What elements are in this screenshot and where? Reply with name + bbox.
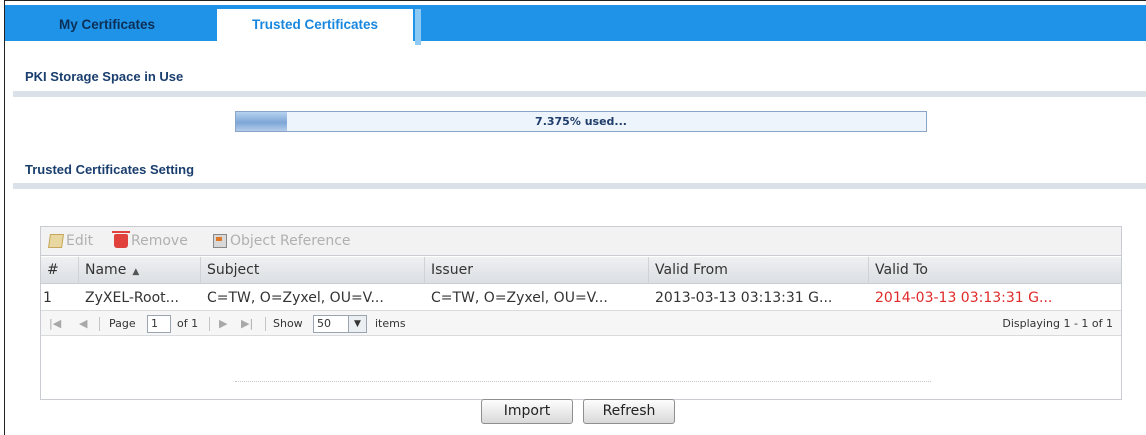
items-label: items: [375, 317, 406, 330]
page-number-input[interactable]: 1: [147, 315, 171, 333]
previous-page-icon[interactable]: ◀: [79, 311, 87, 337]
grid-toolbar: Edit Remove Object Reference: [40, 226, 1122, 256]
tab-trusted-certificates[interactable]: Trusted Certificates: [217, 9, 413, 41]
section-divider: [13, 91, 1146, 97]
object-reference-button[interactable]: Object Reference: [213, 233, 351, 249]
edit-label: Edit: [66, 233, 94, 249]
column-header-subject[interactable]: Subject: [201, 257, 425, 284]
displaying-status: Displaying 1 - 1 of 1: [1002, 317, 1113, 330]
column-header-index[interactable]: #: [41, 257, 79, 284]
sort-ascending-icon: ▲: [132, 267, 140, 277]
pager-separator: [99, 317, 100, 331]
column-header-name[interactable]: Name ▲: [79, 257, 201, 284]
row-subject: C=TW, O=Zyxel, OU=V...: [207, 290, 384, 306]
tab-my-certificates[interactable]: My Certificates: [19, 9, 195, 41]
first-page-icon[interactable]: |◀: [49, 311, 61, 337]
last-page-icon[interactable]: ▶|: [241, 311, 253, 337]
storage-progress-bar: 7.375% used...: [235, 111, 927, 132]
trash-icon: [112, 231, 130, 248]
storage-progress-text: 7.375% used...: [535, 115, 627, 128]
table-row[interactable]: 1 ZyXEL-Root... C=TW, O=Zyxel, OU=V... C…: [41, 286, 1091, 310]
column-header-name-label: Name: [85, 262, 127, 278]
pager-separator: [265, 317, 266, 331]
show-label: Show: [273, 317, 303, 330]
column-header-valid-to[interactable]: Valid To: [869, 257, 1121, 284]
page-size-select[interactable]: 50: [313, 315, 349, 333]
page-label: Page: [109, 317, 136, 330]
column-header-valid-from[interactable]: Valid From: [649, 257, 869, 284]
setting-section-title: Trusted Certificates Setting: [25, 162, 195, 177]
pager-separator: [209, 317, 210, 331]
grid-header: # Name ▲ Subject Issuer Valid From Valid …: [41, 257, 1121, 284]
row-index: 1: [43, 290, 52, 306]
window-frame: My Certificates Trusted Certificates PKI…: [4, 0, 1146, 435]
tab-bar: My Certificates Trusted Certificates: [5, 5, 1146, 45]
row-name: ZyXEL-Root...: [85, 290, 179, 306]
tab-edge: [415, 9, 421, 45]
remove-button[interactable]: Remove: [112, 231, 188, 249]
remove-label: Remove: [131, 233, 188, 249]
page-of-label: of 1: [177, 317, 199, 330]
section-divider: [13, 183, 1146, 189]
object-reference-label: Object Reference: [230, 233, 351, 249]
edit-button[interactable]: Edit: [48, 233, 94, 249]
next-page-icon[interactable]: ▶: [219, 311, 227, 337]
import-button[interactable]: Import: [481, 399, 573, 424]
row-issuer: C=TW, O=Zyxel, OU=V...: [431, 290, 608, 306]
column-header-issuer[interactable]: Issuer: [425, 257, 649, 284]
row-valid-from: 2013-03-13 03:13:31 G...: [655, 290, 833, 306]
refresh-button[interactable]: Refresh: [583, 399, 675, 424]
object-reference-icon: [213, 234, 227, 248]
chevron-down-icon[interactable]: ▼: [349, 315, 367, 333]
grid-pager: |◀ ◀ Page 1 of 1 ▶ ▶| Show 50 ▼ items Di…: [41, 310, 1121, 336]
row-valid-to: 2014-03-13 03:13:31 G...: [875, 290, 1053, 306]
button-divider: [235, 381, 931, 382]
edit-icon: [48, 234, 64, 248]
storage-section-title: PKI Storage Space in Use: [25, 69, 184, 84]
